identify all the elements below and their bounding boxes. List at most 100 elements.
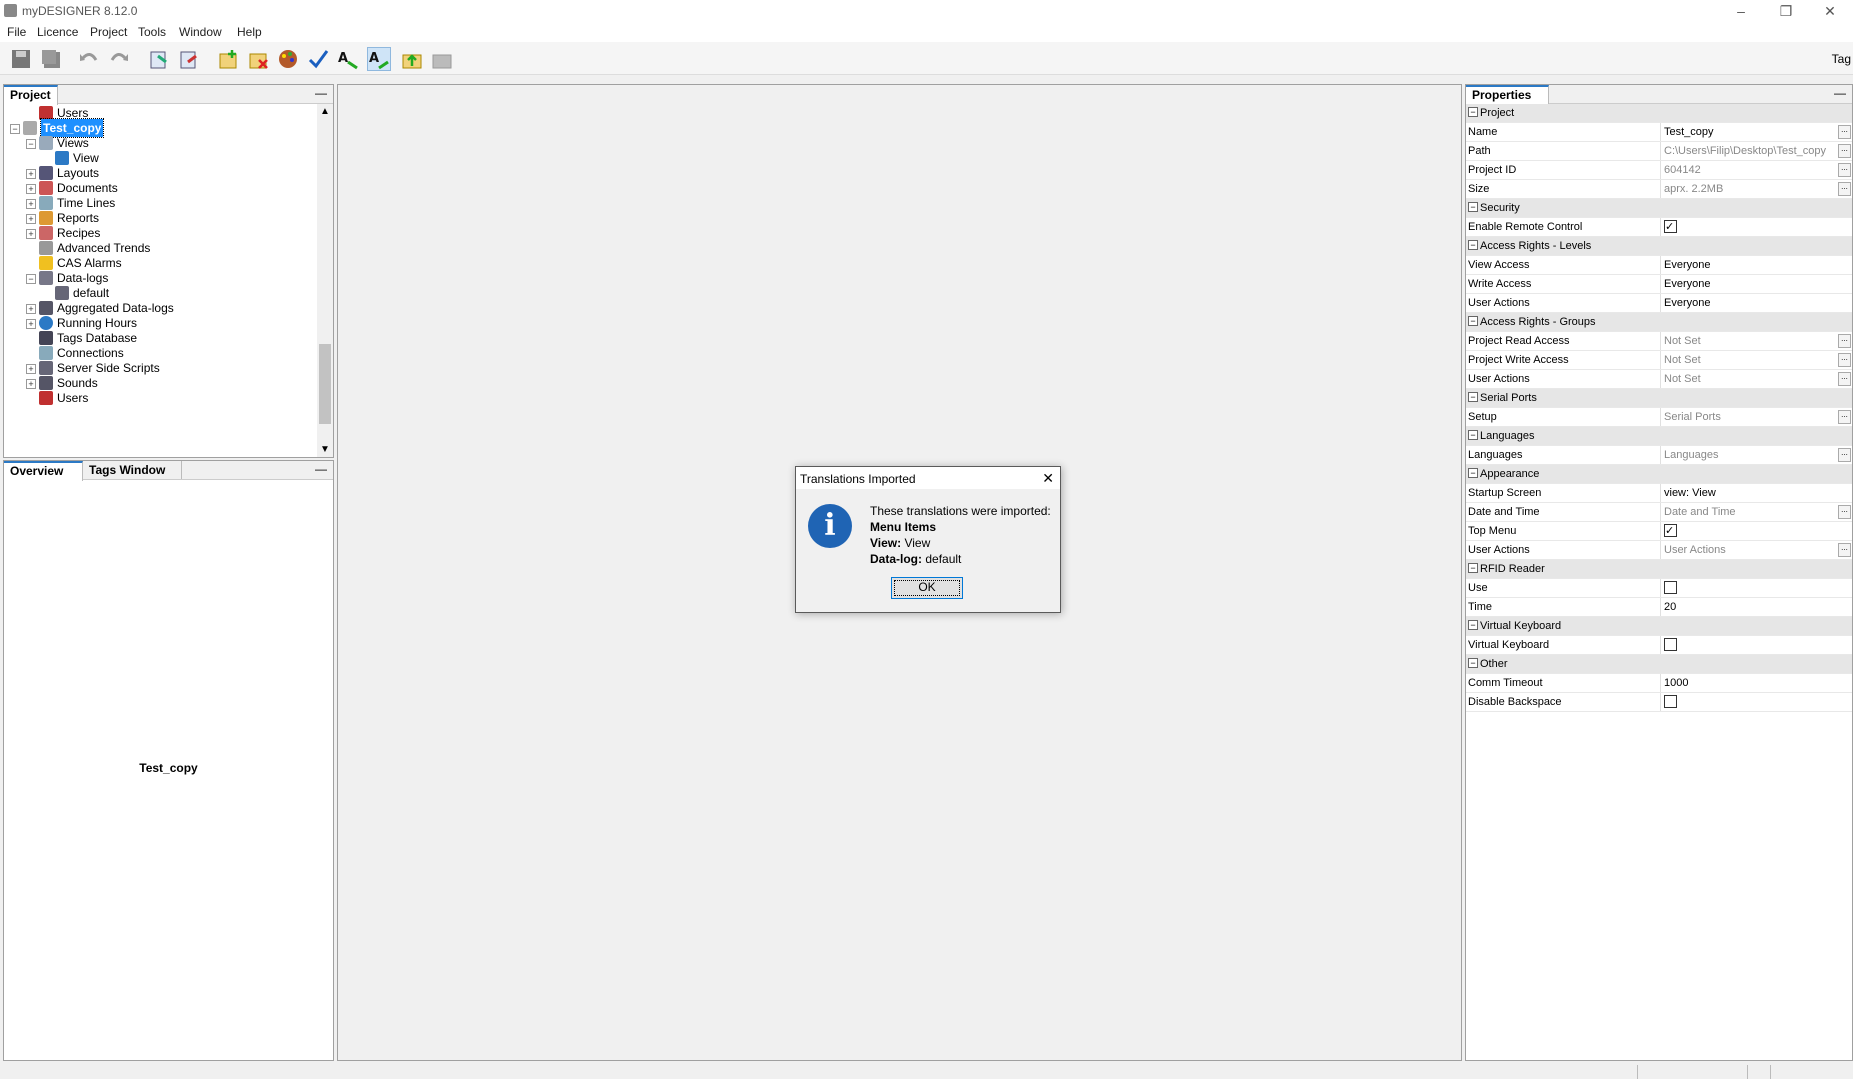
property-category[interactable]: − Serial Ports	[1466, 389, 1852, 408]
property-value[interactable]: Everyone	[1660, 294, 1838, 312]
property-value[interactable]: aprx. 2.2MB	[1660, 180, 1838, 198]
expand-icon[interactable]: +	[26, 364, 36, 374]
tab-overview[interactable]: Overview	[4, 461, 83, 481]
property-category[interactable]: − RFID Reader	[1466, 560, 1852, 579]
property-value[interactable]: Everyone	[1660, 275, 1838, 293]
property-value[interactable]: Everyone	[1660, 256, 1838, 274]
scroll-down-icon[interactable]: ▼	[320, 444, 330, 455]
scroll-up-icon[interactable]: ▲	[320, 106, 330, 117]
collapse-icon[interactable]: −	[26, 139, 36, 149]
tab-properties[interactable]: Properties	[1466, 85, 1549, 105]
expand-icon[interactable]: +	[26, 319, 36, 329]
collapse-icon[interactable]: −	[1468, 658, 1478, 669]
folder-icon[interactable]	[431, 48, 453, 70]
scroll-thumb[interactable]	[319, 344, 331, 424]
property-value[interactable]: Not Set	[1660, 351, 1838, 369]
folder-up-icon[interactable]	[401, 48, 423, 70]
collapse-icon[interactable]: −	[1468, 430, 1478, 441]
property-category[interactable]: − Virtual Keyboard	[1466, 617, 1852, 636]
property-category[interactable]: − Other	[1466, 655, 1852, 674]
restore-button[interactable]: ❐	[1771, 2, 1801, 20]
collapse-icon[interactable]: −	[1468, 563, 1478, 574]
property-value[interactable]: Test_copy	[1660, 123, 1838, 141]
translate-icon[interactable]: A	[337, 48, 359, 70]
property-checkbox[interactable]	[1664, 522, 1677, 540]
property-value[interactable]: Serial Ports	[1660, 408, 1838, 426]
property-value[interactable]: Not Set	[1660, 370, 1838, 388]
delete-screen-icon[interactable]	[247, 48, 269, 70]
property-value[interactable]: User Actions	[1660, 541, 1838, 559]
ellipsis-button[interactable]: ...	[1838, 448, 1851, 462]
ellipsis-button[interactable]: ...	[1838, 353, 1851, 367]
import-icon[interactable]	[148, 48, 170, 70]
menu-help[interactable]: Help	[237, 25, 262, 39]
dialog-close-icon[interactable]: ✕	[1042, 470, 1054, 487]
expand-icon[interactable]: +	[26, 169, 36, 179]
properties-panel-minimize[interactable]: —	[1834, 86, 1846, 100]
expand-icon[interactable]: +	[26, 229, 36, 239]
property-category[interactable]: − Appearance	[1466, 465, 1852, 484]
ellipsis-button[interactable]: ...	[1838, 372, 1851, 386]
ellipsis-button[interactable]: ...	[1838, 505, 1851, 519]
collapse-icon[interactable]: −	[1468, 316, 1478, 327]
property-category[interactable]: − Access Rights - Levels	[1466, 237, 1852, 256]
property-value[interactable]: Not Set	[1660, 332, 1838, 350]
tree-item[interactable]: Users	[57, 389, 88, 407]
tab-project[interactable]: Project	[4, 85, 58, 105]
palette-icon[interactable]	[277, 48, 299, 70]
ellipsis-button[interactable]: ...	[1838, 410, 1851, 424]
save-icon[interactable]	[10, 48, 32, 70]
property-value[interactable]: C:\Users\Filip\Desktop\Test_copy	[1660, 142, 1838, 160]
expand-icon[interactable]: +	[26, 199, 36, 209]
property-value[interactable]: 20	[1660, 598, 1838, 616]
property-value[interactable]: Languages	[1660, 446, 1838, 464]
project-panel-minimize[interactable]: —	[315, 86, 327, 100]
close-button[interactable]: ✕	[1815, 2, 1845, 20]
add-screen-icon[interactable]	[217, 48, 239, 70]
tab-tags-window[interactable]: Tags Window	[83, 461, 182, 479]
validate-icon[interactable]	[307, 48, 329, 70]
collapse-icon[interactable]: −	[1468, 468, 1478, 479]
menu-file[interactable]: File	[7, 25, 26, 39]
property-category[interactable]: − Access Rights - Groups	[1466, 313, 1852, 332]
collapse-icon[interactable]: −	[1468, 392, 1478, 403]
ellipsis-button[interactable]: ...	[1838, 163, 1851, 177]
ellipsis-button[interactable]: ...	[1838, 182, 1851, 196]
ellipsis-button[interactable]: ...	[1838, 125, 1851, 139]
property-checkbox[interactable]	[1664, 694, 1677, 708]
menu-licence[interactable]: Licence	[37, 25, 78, 39]
overview-panel-minimize[interactable]: —	[315, 462, 327, 476]
menu-window[interactable]: Window	[179, 25, 222, 39]
property-category[interactable]: − Project	[1466, 104, 1852, 123]
collapse-icon[interactable]: −	[1468, 620, 1478, 631]
property-checkbox[interactable]	[1664, 637, 1677, 651]
property-value[interactable]: Date and Time	[1660, 503, 1838, 521]
expand-icon[interactable]: +	[26, 184, 36, 194]
undo-icon[interactable]	[78, 48, 100, 70]
ellipsis-button[interactable]: ...	[1838, 334, 1851, 348]
project-tree-scrollbar[interactable]: ▲ ▼	[317, 104, 333, 457]
property-value[interactable]: 1000	[1660, 674, 1838, 692]
property-category[interactable]: − Languages	[1466, 427, 1852, 446]
property-value[interactable]: 604142	[1660, 161, 1838, 179]
ellipsis-button[interactable]: ...	[1838, 543, 1851, 557]
collapse-icon[interactable]: −	[26, 274, 36, 284]
collapse-icon[interactable]: −	[1468, 240, 1478, 251]
ellipsis-button[interactable]: ...	[1838, 144, 1851, 158]
collapse-icon[interactable]: −	[1468, 202, 1478, 213]
collapse-icon[interactable]: −	[1468, 107, 1478, 118]
menu-project[interactable]: Project	[90, 25, 127, 39]
ok-button[interactable]: OK	[891, 577, 963, 599]
collapse-icon[interactable]: −	[10, 124, 20, 134]
property-value[interactable]: view: View	[1660, 484, 1838, 502]
property-checkbox[interactable]	[1664, 218, 1677, 236]
property-checkbox[interactable]	[1664, 580, 1677, 594]
menu-tools[interactable]: Tools	[138, 25, 166, 39]
save-all-icon[interactable]	[40, 48, 62, 70]
expand-icon[interactable]: +	[26, 214, 36, 224]
import-translations-icon[interactable]: A	[367, 47, 391, 71]
export-icon[interactable]	[178, 48, 200, 70]
property-category[interactable]: − Security	[1466, 199, 1852, 218]
expand-icon[interactable]: +	[26, 379, 36, 389]
minimize-button[interactable]: –	[1726, 2, 1756, 20]
